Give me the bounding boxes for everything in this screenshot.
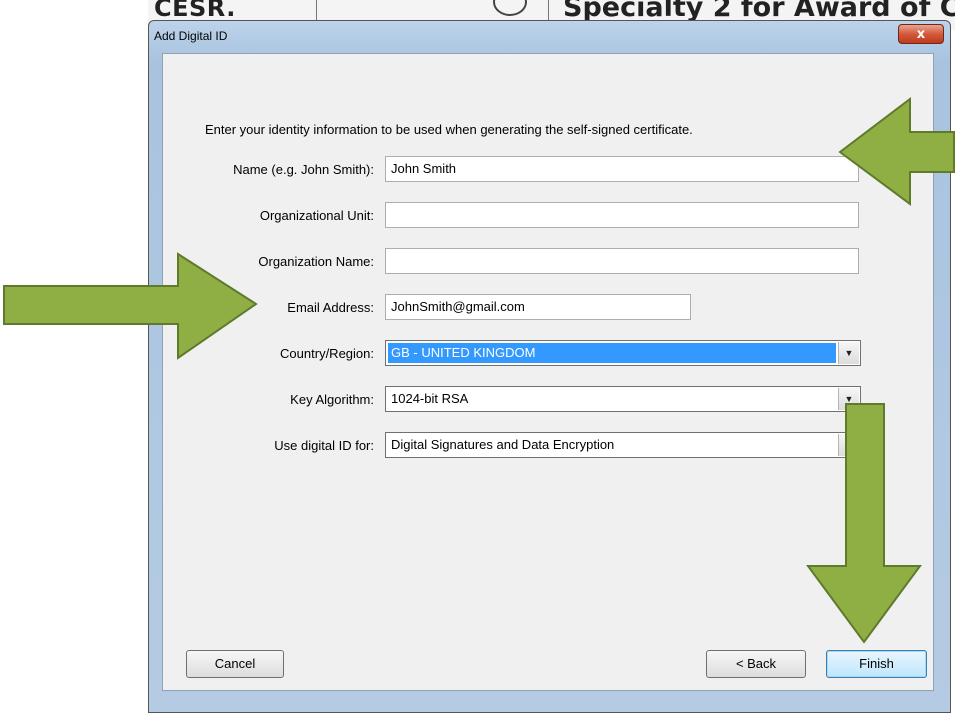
finish-button[interactable]: Finish — [826, 650, 927, 678]
use-digital-id-label: Use digital ID for: — [274, 438, 374, 453]
key-algorithm-selected-value: 1024-bit RSA — [391, 391, 469, 406]
close-icon: x — [916, 27, 926, 42]
green-arrow-icon — [838, 96, 955, 206]
key-algorithm-select[interactable]: 1024-bit RSA ▼ — [385, 386, 861, 412]
intro-text: Enter your identity information to be us… — [205, 122, 693, 137]
key-algorithm-label: Key Algorithm: — [290, 392, 374, 407]
use-digital-id-selected-value: Digital Signatures and Data Encryption — [391, 437, 615, 452]
background-text-left: CESR. — [154, 0, 236, 22]
arrow-pointing-right-shape — [3, 252, 258, 360]
chevron-down-icon[interactable]: ▼ — [838, 342, 859, 364]
green-arrow-icon — [3, 252, 258, 360]
country-selected-value: GB - UNITED KINGDOM — [388, 343, 836, 363]
name-label: Name (e.g. John Smith): — [233, 162, 374, 177]
email-field[interactable]: JohnSmith@gmail.com — [385, 294, 691, 320]
organizational-unit-field[interactable] — [385, 202, 859, 228]
country-select[interactable]: GB - UNITED KINGDOM ▼ — [385, 340, 861, 366]
title-bar[interactable]: Add Digital ID x — [149, 21, 950, 51]
arrow-pointing-left-shape — [838, 96, 955, 206]
cancel-button[interactable]: Cancel — [186, 650, 284, 678]
use-digital-id-select[interactable]: Digital Signatures and Data Encryption ▼ — [385, 432, 861, 458]
arrow-pointing-down-shape — [806, 403, 922, 644]
close-button[interactable]: x — [898, 24, 944, 44]
organizational-unit-label: Organizational Unit: — [259, 208, 374, 223]
background-circle — [493, 0, 527, 16]
green-arrow-icon — [806, 403, 922, 644]
name-field[interactable]: John Smith — [385, 156, 859, 182]
window-title: Add Digital ID — [154, 29, 228, 43]
organization-name-field[interactable] — [385, 248, 859, 274]
back-button[interactable]: < Back — [706, 650, 806, 678]
